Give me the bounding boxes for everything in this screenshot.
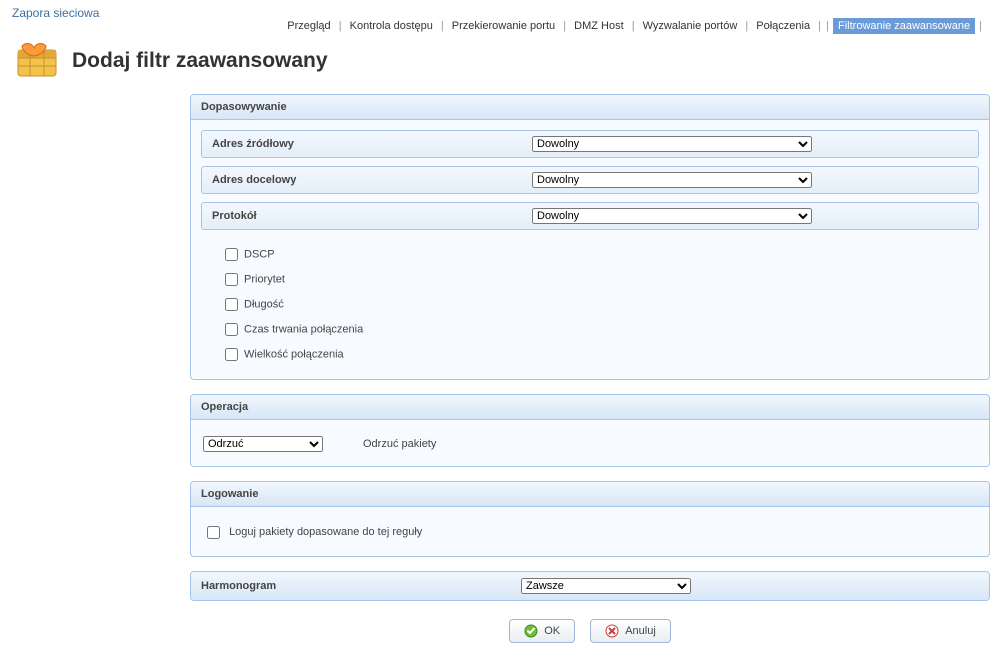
dest-address-select[interactable]: Dowolny	[532, 172, 812, 188]
breadcrumb-link[interactable]: Zapora sieciowa	[12, 6, 99, 20]
check-priority-label: Priorytet	[244, 273, 285, 285]
check-duration-label: Czas trwania połączenia	[244, 323, 363, 335]
nav-item-access[interactable]: Kontrola dostępu	[346, 18, 437, 34]
ok-button[interactable]: OK	[509, 619, 575, 643]
nav-sep: |	[562, 20, 567, 32]
ok-icon	[524, 624, 538, 638]
cancel-button[interactable]: Anuluj	[590, 619, 671, 643]
button-row: OK Anuluj	[190, 615, 990, 643]
check-size-label: Wielkość połączenia	[244, 348, 344, 360]
row-protocol: Protokół Dowolny	[201, 202, 979, 230]
panel-operation-header: Operacja	[191, 395, 989, 420]
cancel-icon	[605, 624, 619, 638]
logging-check[interactable]: Loguj pakiety dopasowane do tej reguły	[203, 526, 422, 538]
panel-logging-header: Logowanie	[191, 482, 989, 507]
nav-sep: |	[338, 20, 343, 32]
check-dscp[interactable]: DSCP	[221, 242, 975, 267]
dest-address-label: Adres docelowy	[212, 174, 532, 186]
panel-operation: Operacja Odrzuć Odrzuć pakiety	[190, 394, 990, 467]
panel-matching-header: Dopasowywanie	[191, 95, 989, 120]
panel-schedule: Harmonogram Zawsze	[190, 571, 990, 601]
check-length-input[interactable]	[225, 298, 238, 311]
row-source: Adres źródłowy Dowolny	[201, 130, 979, 158]
nav-sep: |	[440, 20, 445, 32]
nav-item-dmz[interactable]: DMZ Host	[570, 18, 628, 34]
nav-item-portfwd[interactable]: Przekierowanie portu	[448, 18, 559, 34]
check-duration[interactable]: Czas trwania połączenia	[221, 317, 975, 342]
operation-desc: Odrzuć pakiety	[363, 438, 436, 450]
check-priority[interactable]: Priorytet	[221, 267, 975, 292]
check-dscp-label: DSCP	[244, 248, 275, 260]
check-size[interactable]: Wielkość połączenia	[221, 342, 975, 367]
logging-check-label: Loguj pakiety dopasowane do tej reguły	[229, 526, 422, 538]
source-address-label: Adres źródłowy	[212, 138, 532, 150]
nav-sep: |	[631, 20, 636, 32]
nav-sep: |	[744, 20, 749, 32]
logging-check-input[interactable]	[207, 526, 220, 539]
cancel-button-label: Anuluj	[625, 625, 656, 637]
nav-item-trigger[interactable]: Wyzwalanie portów	[639, 18, 742, 34]
protocol-label: Protokół	[212, 210, 532, 222]
protocol-select[interactable]: Dowolny	[532, 208, 812, 224]
match-flags: DSCP Priorytet Długość Czas trwania połą…	[201, 238, 979, 369]
ok-button-label: OK	[544, 625, 560, 637]
panel-logging: Logowanie Loguj pakiety dopasowane do te…	[190, 481, 990, 557]
check-duration-input[interactable]	[225, 323, 238, 336]
nav-item-advfilter[interactable]: Filtrowanie zaawansowane	[833, 18, 975, 34]
firewall-icon	[16, 40, 58, 82]
page-title: Dodaj filtr zaawansowany	[72, 49, 328, 73]
panel-matching: Dopasowywanie Adres źródłowy Dowolny Adr…	[190, 94, 990, 380]
check-length-label: Długość	[244, 298, 284, 310]
title-row: Dodaj filtr zaawansowany	[10, 40, 985, 94]
nav-sep: |	[817, 20, 822, 32]
schedule-select[interactable]: Zawsze	[521, 578, 691, 594]
operation-select[interactable]: Odrzuć	[203, 436, 323, 452]
check-dscp-input[interactable]	[225, 248, 238, 261]
nav-item-connections[interactable]: Połączenia	[752, 18, 814, 34]
top-nav: Przegląd | Kontrola dostępu | Przekierow…	[10, 18, 985, 40]
source-address-select[interactable]: Dowolny	[532, 136, 812, 152]
row-dest: Adres docelowy Dowolny	[201, 166, 979, 194]
nav-item-overview[interactable]: Przegląd	[283, 18, 334, 34]
check-length[interactable]: Długość	[221, 292, 975, 317]
schedule-label: Harmonogram	[201, 580, 521, 592]
nav-sep: |	[978, 20, 983, 32]
nav-sep: |	[825, 20, 830, 32]
check-priority-input[interactable]	[225, 273, 238, 286]
check-size-input[interactable]	[225, 348, 238, 361]
